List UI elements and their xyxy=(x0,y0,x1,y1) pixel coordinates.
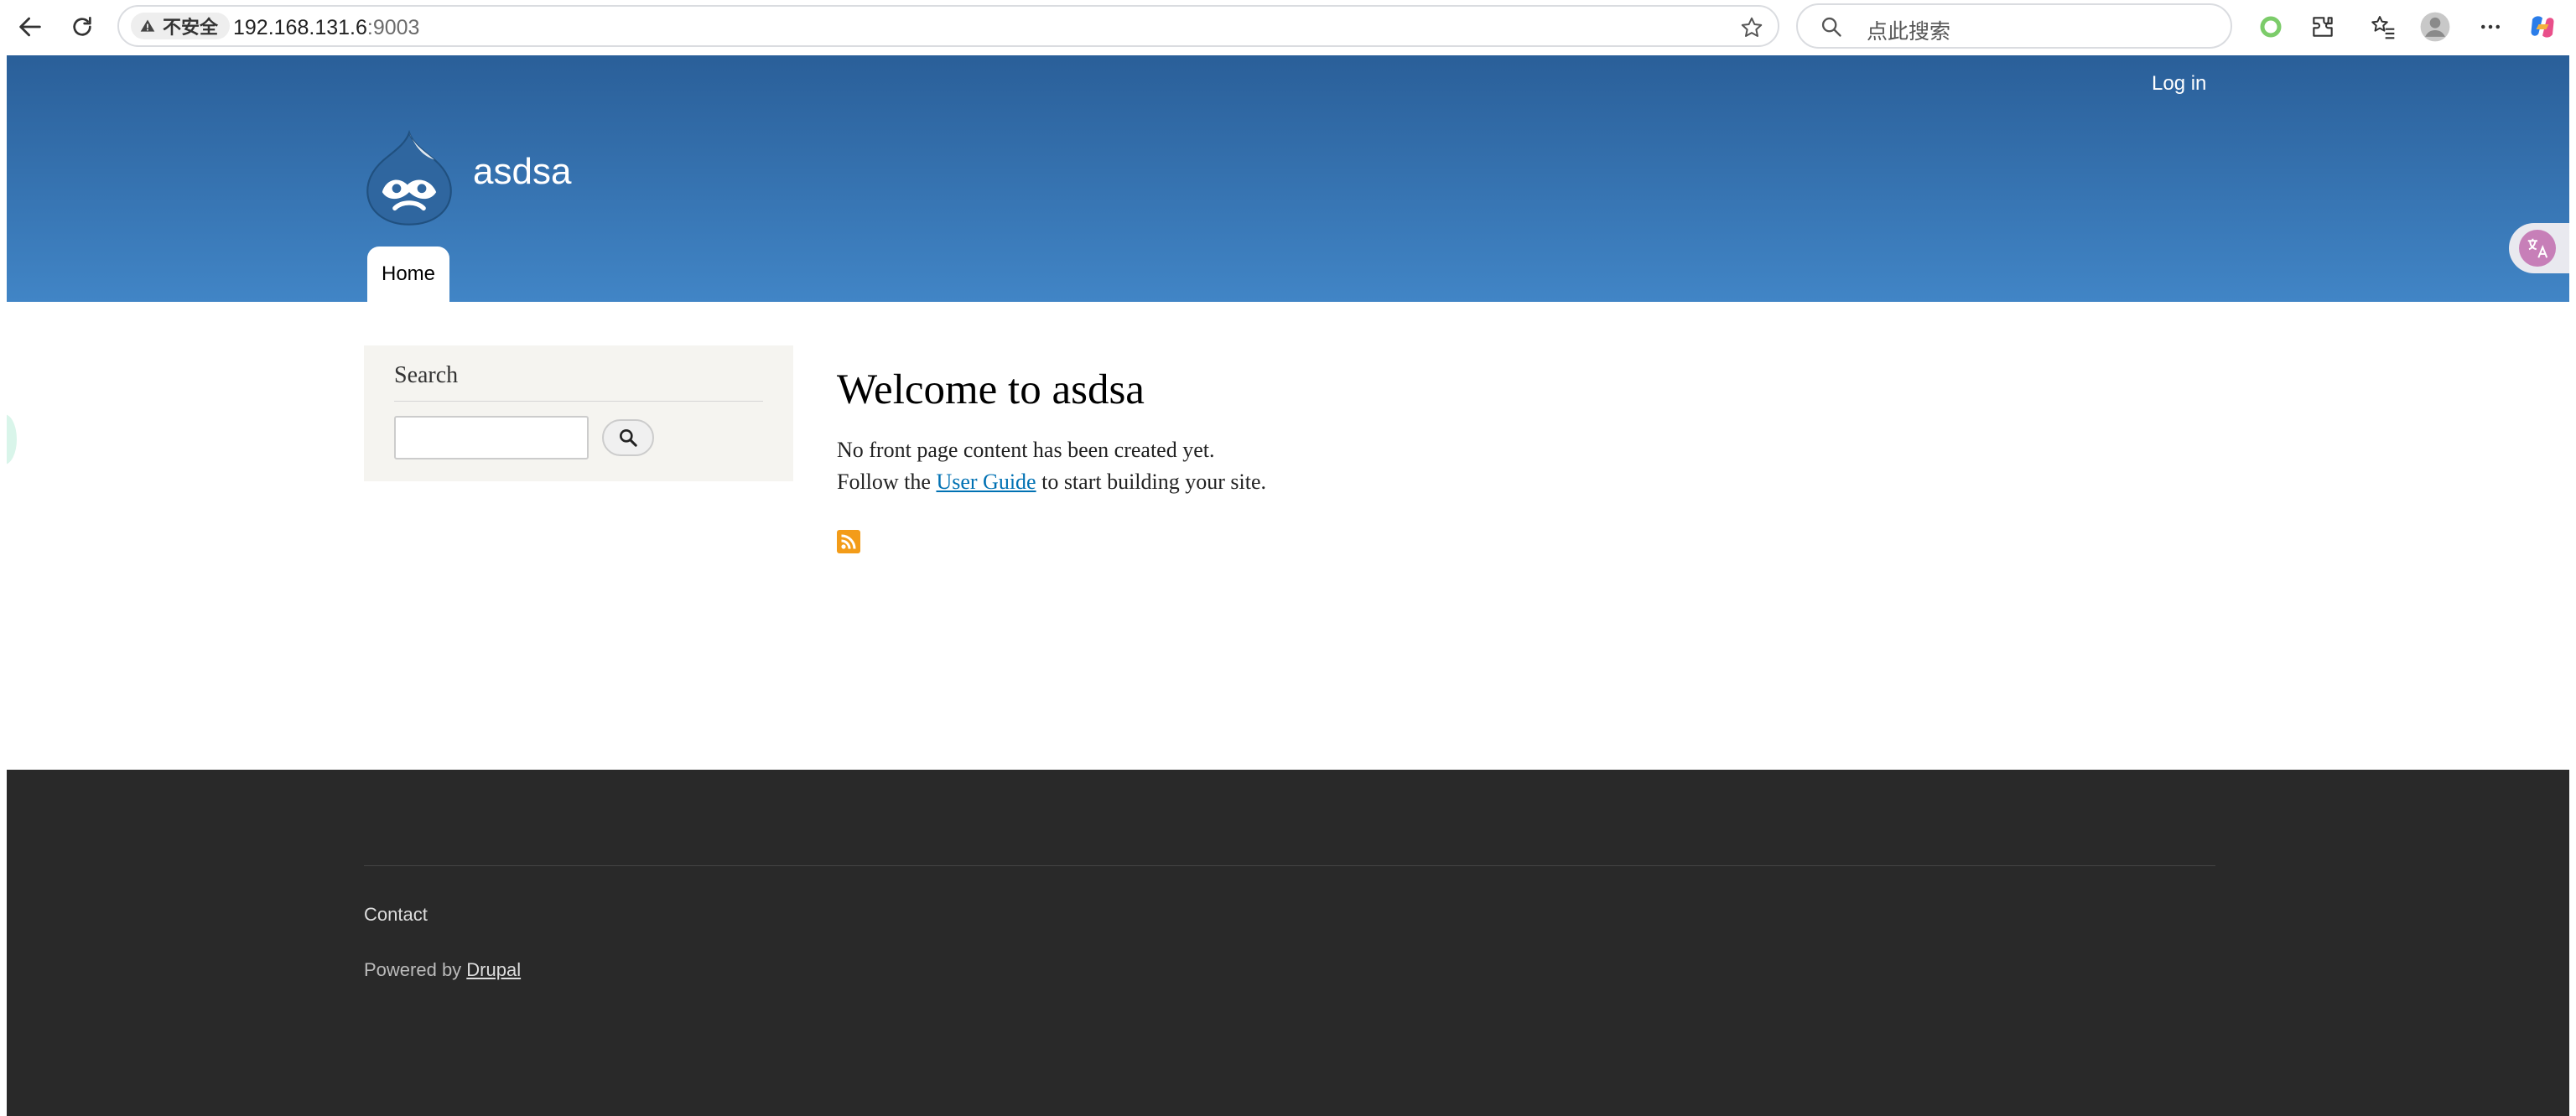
search-block-title: Search xyxy=(394,362,459,388)
powered-by: Powered by Drupal xyxy=(364,959,521,981)
search-submit-button[interactable] xyxy=(602,419,654,456)
side-panel-handle[interactable] xyxy=(7,414,17,465)
footer-divider xyxy=(364,865,2215,866)
circle-extension-icon xyxy=(2260,16,2282,38)
tab-home-label: Home xyxy=(381,262,436,285)
security-label: 不安全 xyxy=(163,17,219,38)
rss-feed-link[interactable] xyxy=(837,530,860,553)
address-bar[interactable]: 不安全 192.168.131.6:9003 xyxy=(117,5,1779,47)
user-guide-suffix: to start building your site. xyxy=(1036,470,1267,494)
site-header: Log in asdsa Home xyxy=(7,55,2569,302)
browser-search-placeholder: 点此搜索 xyxy=(1867,20,1951,44)
favorite-button[interactable] xyxy=(1739,15,1764,44)
drupal-logo xyxy=(366,129,452,226)
warning-icon xyxy=(140,19,155,32)
star-icon xyxy=(1741,17,1763,37)
extensions-button[interactable] xyxy=(2306,10,2340,44)
back-icon xyxy=(19,17,41,37)
url-host: 192.168.131.6 xyxy=(233,16,367,39)
user-guide-prefix: Follow the xyxy=(837,470,937,494)
url-text: 192.168.131.6:9003 xyxy=(233,16,419,40)
profile-button[interactable] xyxy=(2418,10,2452,44)
search-input[interactable] xyxy=(394,416,589,459)
favorites-icon xyxy=(2371,16,2395,39)
search-icon xyxy=(1821,17,1841,37)
rss-icon xyxy=(841,534,856,549)
browser-search-box[interactable]: 点此搜索 xyxy=(1796,3,2232,49)
security-badge[interactable]: 不安全 xyxy=(131,13,231,39)
green-extension-button[interactable] xyxy=(2254,10,2288,44)
search-block-divider xyxy=(394,401,763,402)
sidebar-search-block: Search xyxy=(364,345,793,481)
translate-widget[interactable] xyxy=(2509,223,2569,273)
favorites-button[interactable] xyxy=(2366,10,2400,44)
drupal-link[interactable]: Drupal xyxy=(466,959,521,980)
more-button[interactable] xyxy=(2474,10,2507,44)
url-port: :9003 xyxy=(366,16,420,39)
copilot-button[interactable] xyxy=(2526,10,2559,44)
powered-by-prefix: Powered by xyxy=(364,959,467,980)
reload-button[interactable] xyxy=(62,8,102,45)
contact-link[interactable]: Contact xyxy=(364,904,428,926)
site-logo[interactable] xyxy=(364,129,454,232)
login-link[interactable]: Log in xyxy=(2152,72,2206,96)
front-page-message: No front page content has been created y… xyxy=(837,438,1215,462)
more-icon xyxy=(2481,24,2500,29)
site-footer: Contact Powered by Drupal xyxy=(7,770,2569,1116)
copilot-icon xyxy=(2531,16,2554,38)
user-guide-sentence: Follow the User Guide to start building … xyxy=(837,466,1266,498)
profile-icon xyxy=(2420,12,2450,42)
user-guide-link[interactable]: User Guide xyxy=(936,470,1036,494)
web-page: Log in asdsa Home Search Welcome to asds… xyxy=(7,55,2569,1116)
reload-icon xyxy=(73,17,91,36)
extension-icon xyxy=(2313,17,2333,37)
main-content: Welcome to asdsa No front page content h… xyxy=(837,366,1266,494)
translate-icon xyxy=(2519,230,2556,267)
tab-home[interactable]: Home xyxy=(367,247,449,302)
site-name[interactable]: asdsa xyxy=(473,151,571,193)
back-button[interactable] xyxy=(10,8,50,45)
browser-toolbar: 不安全 192.168.131.6:9003 点此搜索 xyxy=(0,0,2576,55)
page-title: Welcome to asdsa xyxy=(837,366,1145,413)
search-icon xyxy=(620,429,637,447)
